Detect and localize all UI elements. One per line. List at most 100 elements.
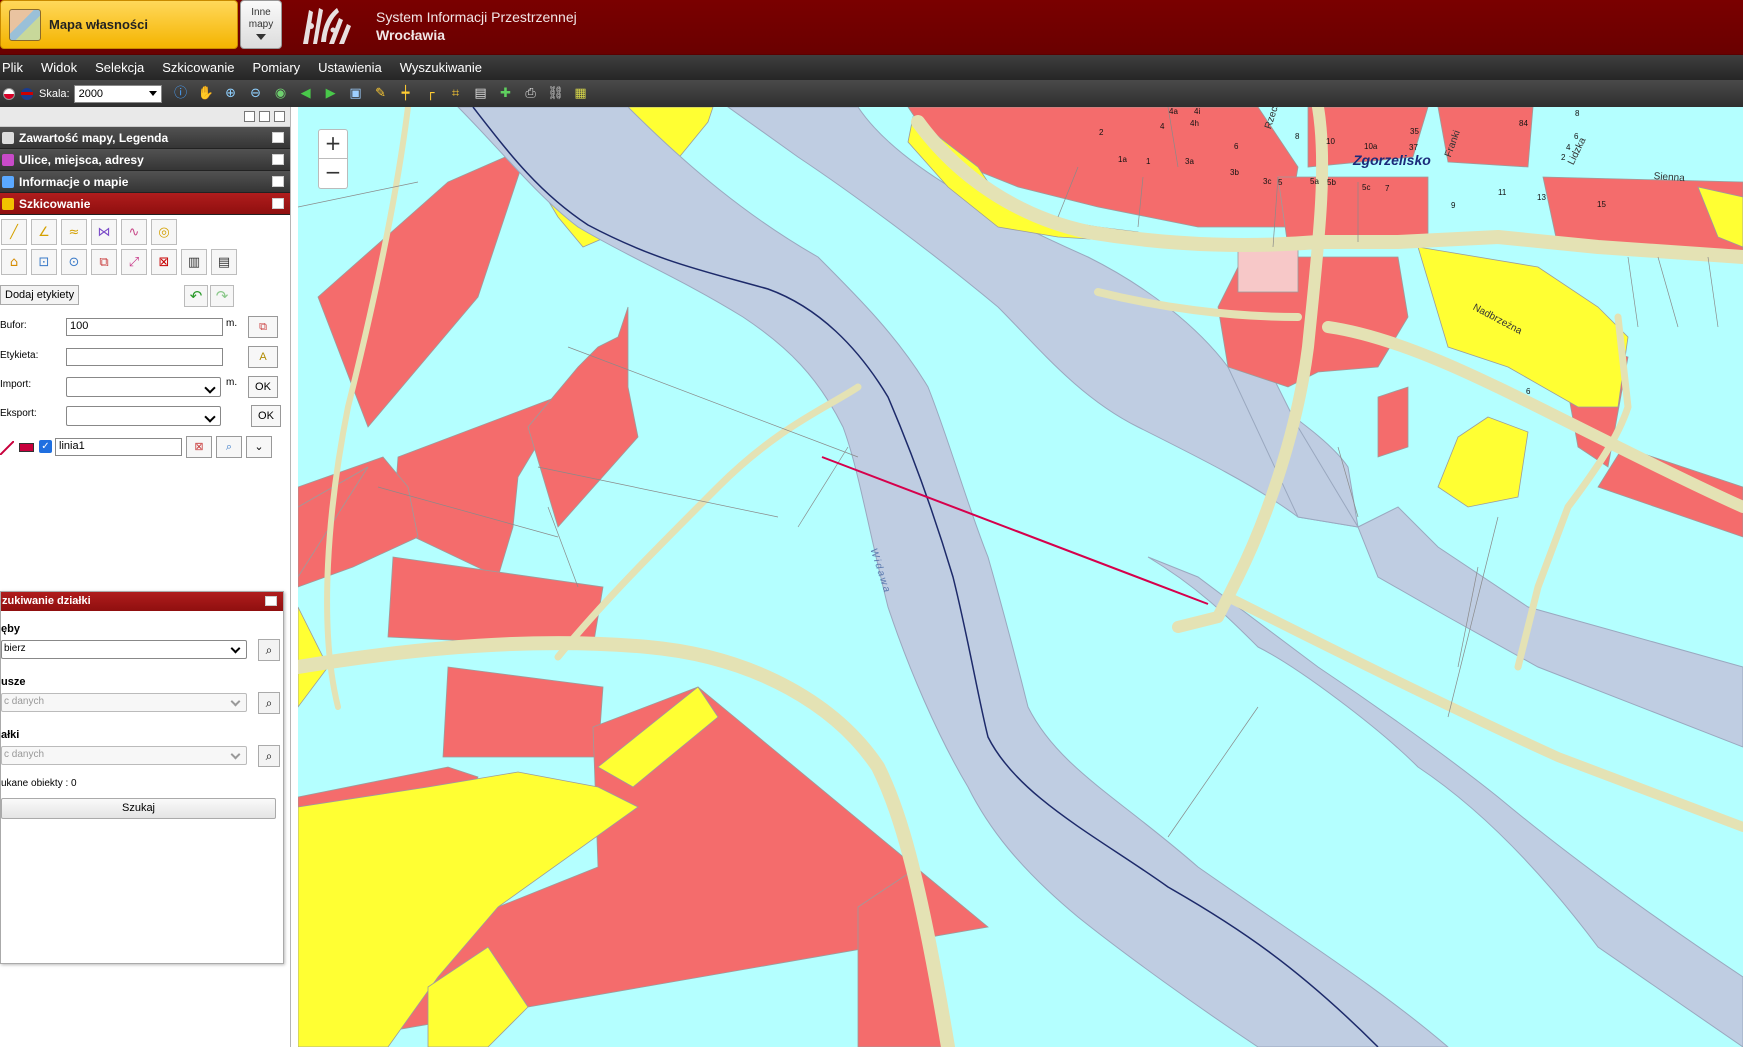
hand-pan-icon[interactable]: ✋ xyxy=(197,85,215,103)
add-labels-button[interactable]: Dodaj etykiety xyxy=(0,285,80,305)
parcel-number: 35 xyxy=(1410,127,1419,136)
print-icon[interactable]: ⎙ xyxy=(522,85,540,103)
export-map-icon[interactable]: ▦ xyxy=(572,85,590,103)
parcel-select[interactable]: c danych xyxy=(1,746,247,765)
import-select[interactable] xyxy=(66,377,221,397)
chevron-down-icon[interactable]: ⌄ xyxy=(246,436,272,458)
draw-polygon-icon[interactable]: ⋈ xyxy=(91,219,117,245)
menu-szkicowanie[interactable]: Szkicowanie xyxy=(158,60,238,75)
pencil-icon[interactable]: ✎ xyxy=(372,85,390,103)
export-select[interactable] xyxy=(66,406,221,426)
polish-flag-icon[interactable] xyxy=(3,87,15,100)
buffer-apply-icon[interactable]: ⧉ xyxy=(248,316,278,338)
line-visible-checkbox[interactable]: ✓ xyxy=(39,440,52,453)
precinct-section: ęby bierz ⌕ xyxy=(1,622,283,661)
precinct-select[interactable]: bierz xyxy=(1,640,247,659)
menu-pomiary[interactable]: Pomiary xyxy=(248,60,304,75)
zoom-to-sketch-icon[interactable]: ⊡ xyxy=(31,249,57,275)
layers-icon[interactable]: ▤ xyxy=(472,85,490,103)
redo-icon[interactable]: ↷ xyxy=(210,285,234,307)
parcel-number: 6 xyxy=(1574,132,1579,141)
parcel-number: 8 xyxy=(1575,109,1580,118)
menu-plik[interactable]: Plik xyxy=(0,60,27,75)
parcel-number: 7 xyxy=(1385,184,1390,193)
accordion-map-info[interactable]: Informacje o mapie xyxy=(0,171,290,193)
properties-icon[interactable]: ▤ xyxy=(211,249,237,275)
search-icon[interactable]: ⌕ xyxy=(258,639,280,661)
draw-point-icon[interactable]: ╱ xyxy=(1,219,27,245)
parcel-number: 2 xyxy=(1561,153,1566,162)
draw-line-icon[interactable]: ∠ xyxy=(31,219,57,245)
undo-icon[interactable]: ↶ xyxy=(184,285,208,307)
draw-polyline-icon[interactable]: ≈ xyxy=(61,219,87,245)
zoom-out-icon[interactable]: ⊖ xyxy=(247,85,265,103)
export-row: Eksport: OK xyxy=(0,405,291,430)
measure-angle-icon[interactable]: ┌ xyxy=(422,85,440,103)
sheet-section: usze c danych ⌕ xyxy=(1,675,283,714)
accordion-sketching[interactable]: Szkicowanie xyxy=(0,193,290,215)
draw-freehand-icon[interactable]: ∿ xyxy=(121,219,147,245)
collapse-icon[interactable] xyxy=(272,198,284,209)
copy-features-icon[interactable]: ⧉ xyxy=(91,249,117,275)
scale-select[interactable]: 2000 xyxy=(73,84,162,103)
map-canvas[interactable] xyxy=(298,107,1743,1047)
label-font-icon[interactable]: A xyxy=(248,346,278,368)
panel-close-icon[interactable] xyxy=(274,111,285,122)
app-header: Mapa własności Inne mapy System Informac… xyxy=(0,0,1743,55)
search-button[interactable]: Szukaj xyxy=(1,798,276,819)
search-icon[interactable]: ⌕ xyxy=(258,745,280,767)
parcel-number: 2 xyxy=(1099,128,1104,137)
buffer-input[interactable]: 100 xyxy=(66,318,223,336)
line-color-swatch[interactable] xyxy=(19,443,34,452)
edit-vertices-icon[interactable]: ⤢ xyxy=(121,249,147,275)
minimize-icon[interactable] xyxy=(265,596,277,606)
menu-selekcja[interactable]: Selekcja xyxy=(91,60,148,75)
label-input[interactable] xyxy=(66,348,223,366)
panel-header xyxy=(0,107,290,127)
draw-circle-icon[interactable]: ◎ xyxy=(151,219,177,245)
wms-icon[interactable]: ✚ xyxy=(497,85,515,103)
link-icon[interactable]: ⛓ xyxy=(547,85,565,103)
crop-icon[interactable]: ⌗ xyxy=(447,85,465,103)
layers-copy-icon[interactable]: ▥ xyxy=(181,249,207,275)
map-type-switch[interactable]: Mapa własności xyxy=(0,0,238,49)
menu-widok[interactable]: Widok xyxy=(37,60,81,75)
expand-icon[interactable] xyxy=(272,154,284,165)
expand-icon[interactable] xyxy=(272,132,284,143)
zoom-out-button[interactable]: − xyxy=(318,159,348,189)
delete-line-icon[interactable]: ⊠ xyxy=(186,436,212,458)
panel-expand-icon[interactable] xyxy=(259,111,270,122)
zoom-to-line-icon[interactable]: ⌕ xyxy=(216,436,242,458)
globe-icon[interactable]: ◉ xyxy=(272,85,290,103)
map-view[interactable]: + − Zgorzelisko Widawa Rzeczna Franki Li… xyxy=(298,107,1743,1047)
arrow-left-icon[interactable]: ◀ xyxy=(297,85,315,103)
zoom-in-button[interactable]: + xyxy=(318,129,348,159)
menu-wyszukiwanie[interactable]: Wyszukiwanie xyxy=(396,60,486,75)
measure-line-icon[interactable]: ┿ xyxy=(397,85,415,103)
delete-feature-icon[interactable]: ⊠ xyxy=(151,249,177,275)
parcel-number: 1 xyxy=(1146,157,1151,166)
zoom-in-icon[interactable]: ⊕ xyxy=(222,85,240,103)
parcel-section: ałki c danych ⌕ xyxy=(1,728,283,767)
other-maps-button[interactable]: Inne mapy xyxy=(240,0,282,49)
panel-collapse-icon[interactable] xyxy=(244,111,255,122)
zoom-extent-icon[interactable]: ▣ xyxy=(347,85,365,103)
sketch-feature-row: ✓ linia1 ⊠ ⌕ ⌄ xyxy=(0,436,291,461)
search-icon[interactable]: ⌕ xyxy=(258,692,280,714)
english-flag-icon[interactable] xyxy=(21,87,33,100)
arrow-right-icon[interactable]: ▶ xyxy=(322,85,340,103)
center-icon[interactable]: ⊙ xyxy=(61,249,87,275)
menu-ustawienia[interactable]: Ustawienia xyxy=(314,60,386,75)
info-icon[interactable]: ⓘ xyxy=(172,85,190,103)
expand-icon[interactable] xyxy=(272,176,284,187)
line-name-input[interactable]: linia1 xyxy=(55,438,182,456)
import-ok-button[interactable]: OK xyxy=(248,376,278,398)
sheet-select[interactable]: c danych xyxy=(1,693,247,712)
accordion-streets[interactable]: Ulice, miejsca, adresy xyxy=(0,149,290,171)
export-ok-button[interactable]: OK xyxy=(251,405,281,427)
accordion-map-content[interactable]: Zawartość mapy, Legenda xyxy=(0,127,290,149)
parcel-number: 3b xyxy=(1230,168,1239,177)
parcel-number: 4h xyxy=(1190,119,1199,128)
buffer-label: Bufor: xyxy=(0,320,27,331)
select-feature-icon[interactable]: ⌂ xyxy=(1,249,27,275)
